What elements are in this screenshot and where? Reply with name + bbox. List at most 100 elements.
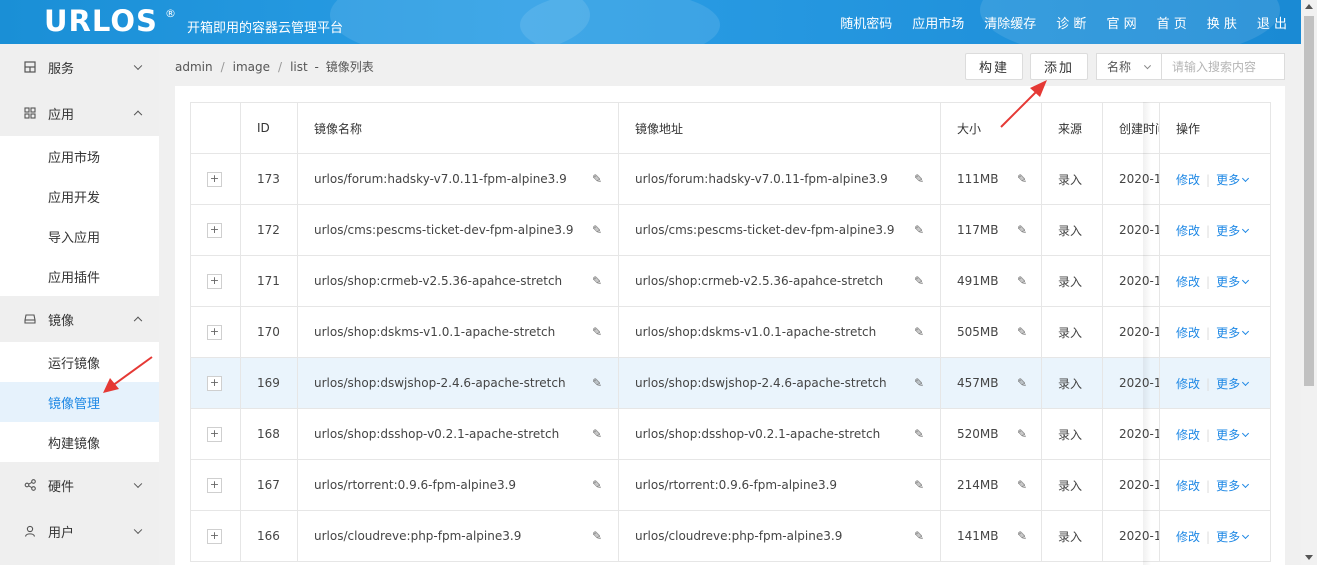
scroll-thumb[interactable]	[1304, 16, 1314, 386]
more-dropdown[interactable]: 更多	[1216, 326, 1250, 340]
table-row: +168 urlos/shop:dsshop-v0.2.1-apache-stre…	[190, 408, 1271, 460]
nav-diagnose[interactable]: 诊 断	[1056, 13, 1086, 32]
edit-pencil-icon[interactable]: ✎	[914, 428, 926, 440]
more-dropdown[interactable]: 更多	[1216, 173, 1250, 187]
nav-official-site[interactable]: 官 网	[1106, 13, 1136, 32]
more-dropdown[interactable]: 更多	[1216, 377, 1250, 391]
expand-row-button[interactable]: +	[207, 376, 222, 391]
edit-link[interactable]: 修改	[1176, 479, 1200, 493]
sidebar-group-service[interactable]: 服务	[0, 44, 159, 90]
sidebar-group-hardware[interactable]: 硬件	[0, 462, 159, 508]
edit-pencil-icon[interactable]: ✎	[592, 428, 604, 440]
sidebar-group-image[interactable]: 镜像	[0, 296, 159, 342]
expand-row-button[interactable]: +	[207, 478, 222, 493]
breadcrumb-list[interactable]: list	[290, 60, 308, 74]
page-scrollbar[interactable]	[1301, 0, 1317, 565]
add-button[interactable]: 添加	[1030, 53, 1088, 80]
edit-pencil-icon[interactable]: ✎	[592, 173, 604, 185]
sidebar-submenu-apps: 应用市场 应用开发 导入应用 应用插件	[0, 136, 159, 296]
edit-link[interactable]: 修改	[1176, 224, 1200, 238]
edit-link[interactable]: 修改	[1176, 530, 1200, 544]
sidebar-item-image-manage[interactable]: 镜像管理	[0, 382, 159, 422]
sidebar-item-app-market[interactable]: 应用市场	[0, 136, 159, 176]
edit-pencil-icon[interactable]: ✎	[1017, 428, 1029, 440]
sidebar-group-apps[interactable]: 应用	[0, 90, 159, 136]
edit-pencil-icon[interactable]: ✎	[1017, 479, 1029, 491]
more-dropdown[interactable]: 更多	[1216, 224, 1250, 238]
col-id[interactable]: ID	[240, 102, 298, 154]
col-name[interactable]: 镜像名称	[297, 102, 619, 154]
edit-pencil-icon[interactable]: ✎	[914, 377, 926, 389]
more-dropdown[interactable]: 更多	[1216, 275, 1250, 289]
edit-link[interactable]: 修改	[1176, 173, 1200, 187]
scroll-up-arrow-icon[interactable]	[1305, 4, 1313, 9]
edit-pencil-icon[interactable]: ✎	[914, 224, 926, 236]
edit-pencil-icon[interactable]: ✎	[592, 275, 604, 287]
edit-link[interactable]: 修改	[1176, 377, 1200, 391]
sidebar-item-app-dev[interactable]: 应用开发	[0, 176, 159, 216]
search-input[interactable]	[1162, 53, 1285, 80]
table-row: +166 urlos/cloudreve:php-fpm-alpine3.9 ✎ ur…	[190, 510, 1271, 562]
image-address: urlos/shop:crmeb-v2.5.36-apahce-stretch	[635, 274, 884, 288]
col-size[interactable]: 大小	[940, 102, 1042, 154]
edit-pencil-icon[interactable]: ✎	[914, 326, 926, 338]
edit-pencil-icon[interactable]: ✎	[914, 275, 926, 287]
search-field-value: 名称	[1107, 60, 1132, 74]
expand-row-button[interactable]: +	[207, 529, 222, 544]
edit-pencil-icon[interactable]: ✎	[592, 224, 604, 236]
urlos-logo[interactable]: URLOS	[44, 4, 158, 38]
breadcrumb-admin[interactable]: admin	[175, 60, 213, 74]
nav-random-password[interactable]: 随机密码	[840, 13, 892, 32]
sidebar-item-import-app[interactable]: 导入应用	[0, 216, 159, 256]
id-cell: 166	[240, 510, 298, 562]
edit-pencil-icon[interactable]: ✎	[914, 479, 926, 491]
expand-row-button[interactable]: +	[207, 172, 222, 187]
nav-home[interactable]: 首 页	[1157, 13, 1187, 32]
edit-pencil-icon[interactable]: ✎	[592, 479, 604, 491]
id-cell: 167	[240, 459, 298, 511]
actions-cell: 修改 | 更多	[1159, 510, 1271, 562]
sidebar-group-label: 硬件	[48, 479, 75, 495]
sidebar-group-user[interactable]: 用户	[0, 508, 159, 554]
expand-row-button[interactable]: +	[207, 325, 222, 340]
build-button[interactable]: 构建	[965, 53, 1023, 80]
edit-pencil-icon[interactable]: ✎	[1017, 326, 1029, 338]
nav-app-market[interactable]: 应用市场	[912, 13, 964, 32]
edit-pencil-icon[interactable]: ✎	[914, 173, 926, 185]
edit-pencil-icon[interactable]: ✎	[592, 326, 604, 338]
address-cell: urlos/forum:hadsky-v7.0.11-fpm-alpine3.9…	[618, 153, 941, 205]
more-dropdown[interactable]: 更多	[1216, 428, 1250, 442]
expand-row-button[interactable]: +	[207, 223, 222, 238]
edit-pencil-icon[interactable]: ✎	[1017, 224, 1029, 236]
edit-link[interactable]: 修改	[1176, 275, 1200, 289]
sidebar-item-build-image[interactable]: 构建镜像	[0, 422, 159, 462]
drive-icon	[24, 313, 36, 325]
breadcrumb-image[interactable]: image	[233, 60, 270, 74]
size-cell: 457MB ✎	[940, 357, 1042, 409]
sidebar-item-app-plugin[interactable]: 应用插件	[0, 256, 159, 296]
edit-pencil-icon[interactable]: ✎	[1017, 173, 1029, 185]
sidebar-item-running-image[interactable]: 运行镜像	[0, 342, 159, 382]
nav-skin[interactable]: 换 肤	[1207, 13, 1237, 32]
more-dropdown[interactable]: 更多	[1216, 530, 1250, 544]
actions-cell: 修改 | 更多	[1159, 357, 1271, 409]
scroll-down-arrow-icon[interactable]	[1305, 555, 1313, 560]
edit-pencil-icon[interactable]: ✎	[1017, 275, 1029, 287]
expand-row-button[interactable]: +	[207, 274, 222, 289]
col-address[interactable]: 镜像地址	[618, 102, 941, 154]
sidebar-group-label: 镜像	[48, 313, 75, 329]
edit-link[interactable]: 修改	[1176, 326, 1200, 340]
edit-pencil-icon[interactable]: ✎	[592, 377, 604, 389]
edit-pencil-icon[interactable]: ✎	[1017, 377, 1029, 389]
chevron-down-icon	[1242, 174, 1250, 182]
search-field-select[interactable]: 名称	[1096, 53, 1162, 80]
edit-pencil-icon[interactable]: ✎	[914, 530, 926, 542]
edit-pencil-icon[interactable]: ✎	[1017, 530, 1029, 542]
edit-pencil-icon[interactable]: ✎	[592, 530, 604, 542]
expand-row-button[interactable]: +	[207, 427, 222, 442]
nav-logout[interactable]: 退 出	[1257, 13, 1287, 32]
col-source[interactable]: 来源	[1041, 102, 1103, 154]
more-dropdown[interactable]: 更多	[1216, 479, 1250, 493]
nav-clear-cache[interactable]: 清除缓存	[984, 13, 1036, 32]
edit-link[interactable]: 修改	[1176, 428, 1200, 442]
